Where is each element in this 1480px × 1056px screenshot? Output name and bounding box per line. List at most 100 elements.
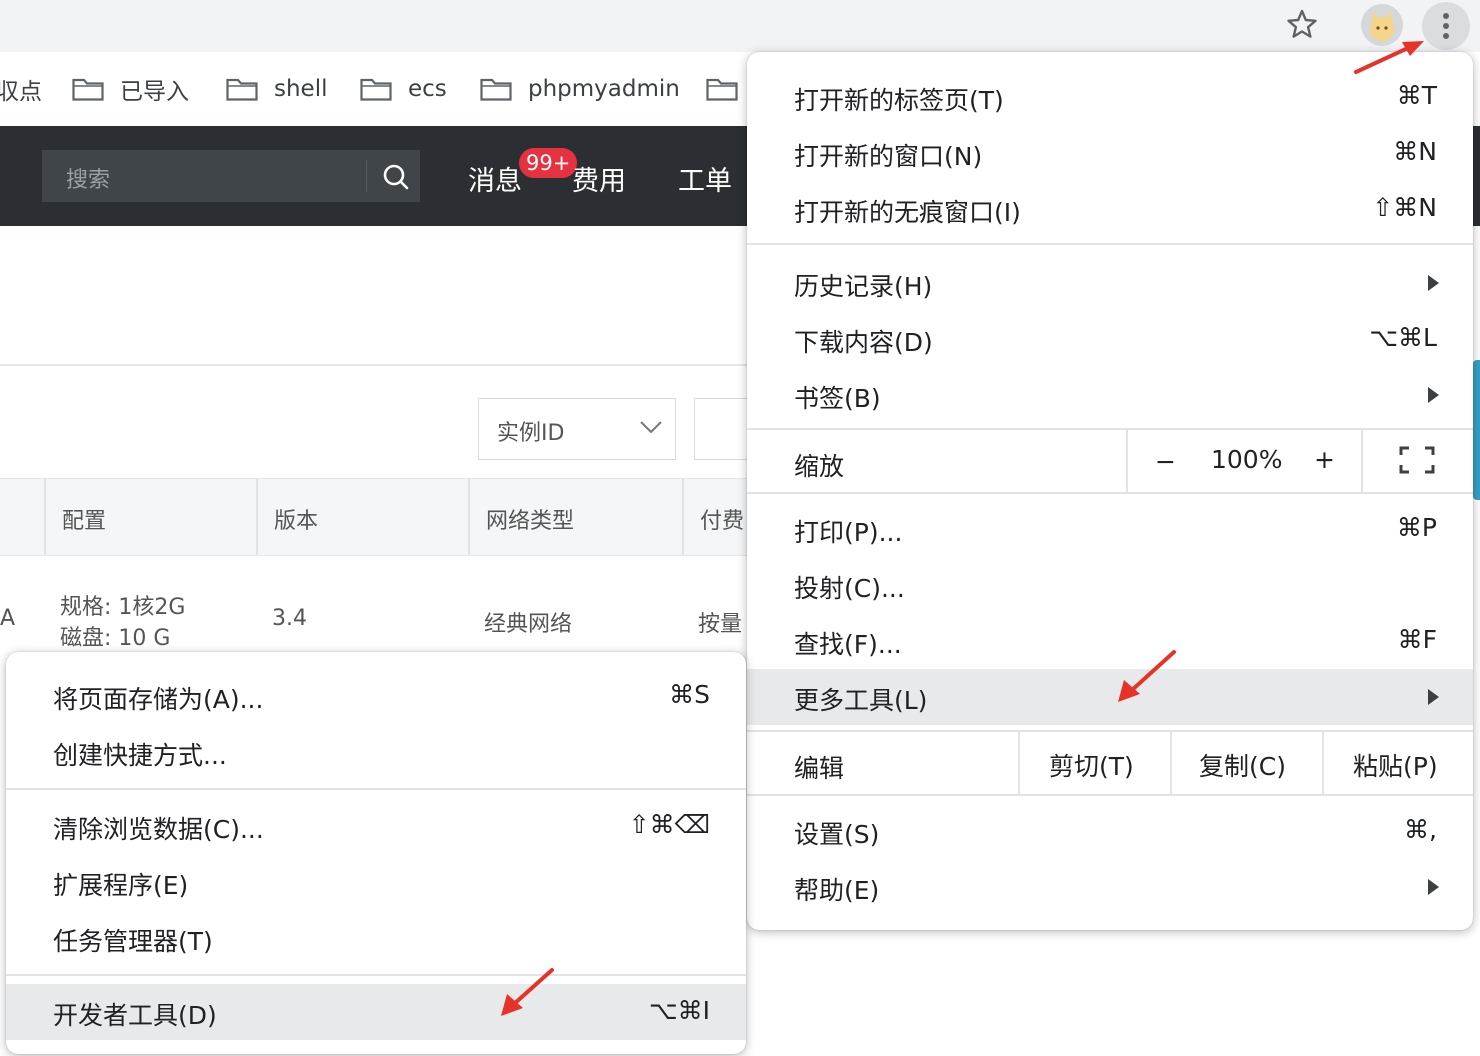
menu-item-label: 打开新的标签页(T)	[794, 86, 1004, 115]
zoom-level: 100%	[1211, 445, 1283, 474]
menu-item-extensions[interactable]: 扩展程序(E)	[6, 854, 746, 910]
nav-tickets[interactable]: 工单	[678, 159, 732, 198]
menu-item-label: 将页面存储为(A)...	[53, 685, 264, 714]
bookmark-folder-shell[interactable]: shell	[226, 73, 328, 105]
column-divider	[468, 479, 470, 555]
menu-item-save-page[interactable]: 将页面存储为(A)... ⌘S	[6, 668, 746, 724]
nav-messages[interactable]: 消息	[468, 159, 522, 198]
annotation-arrow-icon	[1118, 650, 1176, 702]
bookmark-label: phpmyadmin	[528, 76, 680, 102]
menu-item-label: 查找(F)...	[794, 630, 902, 659]
menu-item-shortcut: ⌘T	[1396, 81, 1437, 110]
menu-item-label: 历史记录(H)	[794, 272, 933, 301]
menu-item-downloads[interactable]: 下载内容(D) ⌥⌘L	[747, 311, 1473, 367]
cell-version: 3.4	[272, 606, 307, 631]
menu-cell-divider	[1170, 732, 1172, 794]
search-box[interactable]: 搜索	[42, 150, 420, 202]
paste-button[interactable]: 粘贴(P)	[1353, 747, 1438, 783]
menu-item-shortcut: ⌘,	[1404, 815, 1437, 844]
copy-button[interactable]: 复制(C)	[1199, 747, 1286, 783]
column-header: 版本	[274, 509, 319, 534]
bookmark-folder-ecs[interactable]: ecs	[360, 73, 447, 105]
menu-item-label: 打印(P)...	[794, 518, 903, 547]
menu-item-bookmarks[interactable]: 书签(B)	[747, 367, 1473, 423]
bookmark-partial[interactable]: 収点	[0, 73, 42, 105]
content-divider	[0, 364, 760, 366]
folder-icon	[480, 78, 512, 101]
menu-separator	[747, 428, 1473, 430]
menu-item-find[interactable]: 查找(F)... ⌘F	[747, 613, 1473, 669]
bookmark-star-icon[interactable]	[1286, 8, 1318, 40]
menu-item-label: 任务管理器(T)	[53, 927, 213, 956]
cell-network: 经典网络	[484, 612, 573, 637]
menu-item-label: 下载内容(D)	[794, 328, 933, 357]
bookmark-folder-imported[interactable]: 已导入	[72, 73, 189, 105]
menu-item-label: 清除浏览数据(C)...	[53, 815, 264, 844]
menu-item-more-tools[interactable]: 更多工具(L)	[747, 669, 1473, 725]
menu-item-create-shortcut[interactable]: 创建快捷方式...	[6, 724, 746, 780]
fullscreen-icon[interactable]	[1399, 446, 1435, 474]
instance-filter-select[interactable]: 实例ID	[478, 398, 676, 460]
annotation-arrow-icon	[501, 968, 554, 1016]
folder-icon	[226, 78, 258, 101]
menu-item-task-manager[interactable]: 任务管理器(T)	[6, 910, 746, 966]
menu-item-label: 更多工具(L)	[794, 686, 928, 715]
annotation-arrow-icon	[1354, 41, 1424, 74]
menu-item-settings[interactable]: 设置(S) ⌘,	[747, 803, 1473, 859]
column-header: 配置	[62, 509, 107, 534]
menu-separator	[747, 492, 1473, 494]
bookmark-folder-phpmyadmin[interactable]: phpmyadmin	[480, 73, 680, 105]
zoom-in-button[interactable]: +	[1314, 445, 1335, 474]
search-input[interactable]: 搜索	[66, 162, 110, 194]
bookmark-label: shell	[274, 76, 328, 102]
bookmark-label: 已导入	[120, 79, 189, 105]
messages-badge: 99+	[519, 148, 578, 178]
dot-icon	[1443, 13, 1449, 19]
more-tools-submenu: 将页面存储为(A)... ⌘S 创建快捷方式... 清除浏览数据(C)... ⇧…	[6, 652, 746, 1054]
menu-item-label: 打开新的窗口(N)	[794, 142, 983, 171]
zoom-out-button[interactable]: −	[1155, 447, 1176, 476]
folder-icon	[706, 78, 738, 101]
column-divider	[682, 479, 684, 555]
select-value: 实例ID	[497, 421, 565, 446]
menu-item-help[interactable]: 帮助(E)	[747, 859, 1473, 915]
submenu-arrow-icon	[1428, 387, 1439, 403]
submenu-arrow-icon	[1428, 689, 1439, 705]
cut-button[interactable]: 剪切(T)	[1049, 747, 1134, 783]
menu-item-cast[interactable]: 投射(C)...	[747, 557, 1473, 613]
menu-item-shortcut: ⇧⌘⌫	[628, 810, 710, 839]
edit-label: 编辑	[794, 754, 845, 783]
menu-item-label: 打开新的无痕窗口(I)	[794, 198, 1021, 227]
cell-lead: A	[0, 606, 16, 631]
menu-item-history[interactable]: 历史记录(H)	[747, 255, 1473, 311]
menu-item-new-window[interactable]: 打开新的窗口(N) ⌘N	[747, 125, 1473, 181]
menu-item-label: 开发者工具(D)	[53, 1001, 217, 1030]
menu-item-label: 扩展程序(E)	[53, 871, 189, 900]
menu-item-devtools[interactable]: 开发者工具(D) ⌥⌘I	[6, 984, 746, 1040]
menu-separator	[747, 794, 1473, 796]
chrome-main-menu: 打开新的标签页(T) ⌘T 打开新的窗口(N) ⌘N 打开新的无痕窗口(I) ⇧…	[747, 52, 1473, 930]
menu-item-clear-data[interactable]: 清除浏览数据(C)... ⇧⌘⌫	[6, 798, 746, 854]
menu-item-incognito[interactable]: 打开新的无痕窗口(I) ⇧⌘N	[747, 181, 1473, 237]
nav-billing[interactable]: 费用	[572, 159, 626, 198]
column-header: 网络类型	[486, 509, 575, 534]
browser-toolbar	[0, 0, 1480, 52]
cell-spec: 规格: 1核2G	[60, 595, 186, 620]
dot-icon	[1443, 33, 1449, 39]
search-icon[interactable]	[382, 163, 410, 191]
submenu-arrow-icon	[1428, 275, 1439, 291]
bookmark-label: 収点	[0, 79, 42, 105]
column-divider	[256, 479, 258, 555]
column-header: 付费	[700, 509, 745, 534]
column-divider	[44, 479, 46, 555]
chevron-down-icon	[640, 421, 662, 434]
menu-item-shortcut: ⌘P	[1396, 513, 1437, 542]
search-divider	[366, 160, 367, 192]
menu-cell-divider	[1322, 732, 1324, 794]
submenu-arrow-icon	[1428, 879, 1439, 895]
menu-cell-divider	[1361, 430, 1363, 492]
menu-cell-divider	[1126, 430, 1128, 492]
cell-disk: 磁盘: 10 G	[60, 626, 171, 651]
zoom-label: 缩放	[794, 452, 845, 481]
menu-item-print[interactable]: 打印(P)... ⌘P	[747, 501, 1473, 557]
